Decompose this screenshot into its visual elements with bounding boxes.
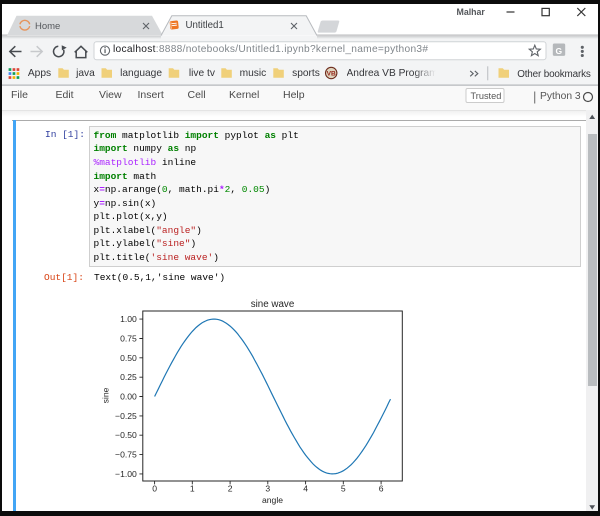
svg-text:1.00: 1.00 <box>120 314 137 324</box>
svg-text:4: 4 <box>303 483 308 493</box>
svg-text:sine wave: sine wave <box>251 299 295 310</box>
svg-text:0.00: 0.00 <box>120 392 137 402</box>
svg-text:3: 3 <box>265 483 270 493</box>
svg-text:−1.00: −1.00 <box>115 469 137 479</box>
svg-text:−0.75: −0.75 <box>115 450 137 460</box>
svg-text:angle: angle <box>262 495 283 505</box>
svg-text:1: 1 <box>190 483 195 493</box>
svg-text:−0.25: −0.25 <box>115 411 137 421</box>
svg-text:5: 5 <box>341 483 346 493</box>
svg-text:VB: VB <box>327 71 336 78</box>
svg-text:sine: sine <box>100 387 110 403</box>
svg-text:6: 6 <box>379 483 384 493</box>
svg-text:0.50: 0.50 <box>120 353 137 363</box>
svg-text:2: 2 <box>228 483 233 493</box>
svg-text:0.75: 0.75 <box>120 334 137 344</box>
svg-text:−0.50: −0.50 <box>115 430 137 440</box>
svg-text:0.25: 0.25 <box>120 372 137 382</box>
svg-text:0: 0 <box>152 483 157 493</box>
